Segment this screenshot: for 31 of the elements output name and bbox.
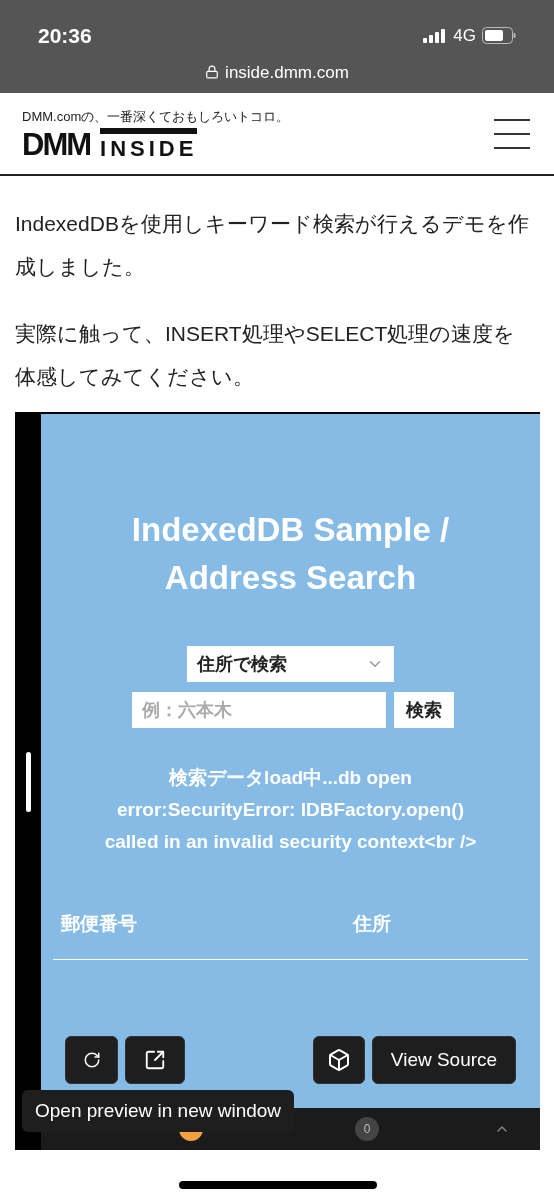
tooltip: Open preview in new window (22, 1090, 295, 1132)
url-text: inside.dmm.com (225, 61, 349, 84)
refresh-icon (82, 1051, 101, 1069)
search-type-select[interactable]: 住所で検索 (187, 646, 394, 682)
scroll-indicator (26, 752, 31, 812)
status-message: error:SecurityError: IDBFactory.open() (117, 798, 464, 822)
cube-button[interactable] (313, 1036, 365, 1084)
status-message: called in an invalid security context<br /> (104, 830, 477, 854)
column-header: 郵便番号 (60, 912, 138, 936)
open-window-button[interactable] (125, 1036, 185, 1084)
site-tagline: DMM.comの、一番深くておもしろいトコロ。 (22, 107, 290, 126)
column-header: 住所 (353, 912, 391, 936)
search-button[interactable]: 検索 (393, 692, 454, 728)
search-field[interactable]: 例：六本木 (131, 692, 386, 728)
battery-icon (482, 27, 516, 45)
external-link-icon (144, 1049, 166, 1071)
demo-title: IndexedDB Sample / (131, 510, 450, 550)
refresh-button[interactable] (65, 1036, 118, 1084)
network-type: 4G (453, 25, 476, 47)
count-badge: 0 (355, 1117, 379, 1141)
view-source-button[interactable]: View Source (372, 1036, 516, 1084)
article-paragraph: IndexedDBを使用しキーワード検索が行えるデモを作成しました。 (15, 211, 530, 280)
article-paragraph: 実際に触って、INSERT処理やSELECT処理の速度を体感してみてください。 (15, 321, 517, 390)
demo-title: Address Search (164, 558, 417, 598)
clock-time: 20:36 (38, 23, 92, 49)
status-message: 検索データload中...db open (169, 766, 412, 790)
cube-icon (327, 1048, 351, 1072)
lock-icon (205, 65, 220, 80)
site-logo[interactable]: DMM INSIDE (22, 128, 290, 161)
signal-icon (423, 28, 448, 43)
menu-icon[interactable] (492, 116, 532, 151)
